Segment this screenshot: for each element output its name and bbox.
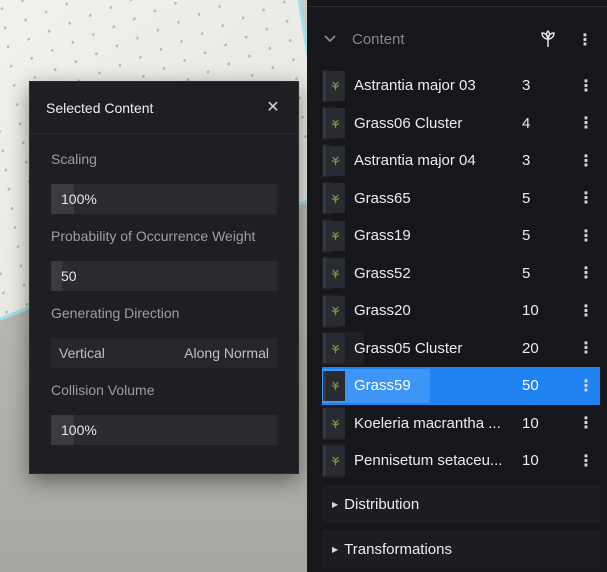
plant-thumbnail-icon <box>323 333 345 364</box>
item-name: Pennisetum setaceu... <box>354 452 503 470</box>
more-vertical-icon[interactable]: ⋮ <box>578 151 594 171</box>
more-vertical-icon[interactable]: ⋮ <box>578 451 594 471</box>
list-item[interactable]: Astrantia major 04 3 ⋮ <box>322 142 600 180</box>
popover-title: Selected Content <box>46 99 154 116</box>
direction-option-vertical[interactable]: Vertical <box>51 338 113 368</box>
content-list: Astrantia major 03 3 ⋮ Grass06 Cluster 4 ⋮ Ast… <box>322 67 600 480</box>
more-vertical-icon[interactable]: ⋮ <box>578 338 594 358</box>
probability-value: 50 <box>61 268 77 284</box>
collision-value: 100% <box>61 422 97 438</box>
divider <box>307 6 607 7</box>
caret-right-icon: ▶ <box>332 544 339 554</box>
item-name: Koeleria macrantha ... <box>354 414 501 432</box>
item-name: Astrantia major 04 <box>354 152 476 170</box>
item-name: Grass20 <box>354 302 411 320</box>
distribution-section[interactable]: ▶ Distribution <box>322 485 600 523</box>
list-item[interactable]: Grass65 5 ⋮ <box>322 180 600 218</box>
plant-thumbnail-icon <box>323 370 345 401</box>
chevron-down-icon[interactable] <box>324 32 338 46</box>
item-name: Grass19 <box>354 227 411 245</box>
item-count: 20 <box>522 339 539 357</box>
scaling-slider[interactable]: 100% <box>51 184 277 214</box>
more-vertical-icon[interactable]: ⋮ <box>578 113 594 133</box>
item-count: 10 <box>522 452 539 470</box>
list-item[interactable]: Grass05 Cluster 20 ⋮ <box>322 330 600 368</box>
item-count: 10 <box>522 414 539 432</box>
more-vertical-icon[interactable]: ⋮ <box>578 263 594 283</box>
item-count: 3 <box>522 152 531 170</box>
properties-panel: Content ⋮ Astrantia major 03 3 ⋮ Grass06 Cl… <box>307 0 607 572</box>
plant-thumbnail-icon <box>323 70 345 101</box>
item-count: 5 <box>522 227 531 245</box>
direction-option-along-normal[interactable]: Along Normal <box>176 338 277 368</box>
item-name: Astrantia major 03 <box>354 77 476 95</box>
item-count: 5 <box>522 189 531 207</box>
scaling-value: 100% <box>61 191 97 207</box>
probability-label: Probability of Occurrence Weight <box>51 228 256 244</box>
item-name: Grass59 <box>354 377 411 395</box>
more-vertical-icon[interactable]: ⋮ <box>578 376 594 396</box>
more-vertical-icon[interactable]: ⋮ <box>578 188 594 208</box>
content-section-header[interactable]: Content ⋮ <box>322 22 600 56</box>
item-name: Grass06 Cluster <box>354 114 463 132</box>
item-count: 10 <box>522 302 539 320</box>
distribution-title: Distribution <box>344 495 420 513</box>
plant-thumbnail-icon <box>323 108 345 139</box>
transformations-title: Transformations <box>344 540 452 558</box>
direction-segmented-control: Vertical Along Normal <box>51 338 277 368</box>
collision-label: Collision Volume <box>51 382 155 398</box>
selected-content-popover: Selected Content ✕ Scaling 100% Probabil… <box>29 81 299 474</box>
list-item[interactable]: Grass52 5 ⋮ <box>322 255 600 293</box>
scaling-label: Scaling <box>51 151 97 167</box>
plant-thumbnail-icon <box>323 220 345 251</box>
more-vertical-icon[interactable]: ⋮ <box>578 226 594 246</box>
more-vertical-icon[interactable]: ⋮ <box>578 76 594 96</box>
more-vertical-icon[interactable]: ⋮ <box>578 301 594 321</box>
item-name: Grass65 <box>354 189 411 207</box>
item-count: 50 <box>522 377 539 395</box>
close-icon[interactable]: ✕ <box>264 99 282 117</box>
plant-icon[interactable] <box>538 29 558 49</box>
item-count: 3 <box>522 77 531 95</box>
transformations-section[interactable]: ▶ Transformations <box>322 530 600 568</box>
direction-label: Generating Direction <box>51 305 180 321</box>
plant-thumbnail-icon <box>323 183 345 214</box>
plant-thumbnail-icon <box>323 145 345 176</box>
popover-header: Selected Content ✕ <box>30 82 298 134</box>
list-item[interactable]: Astrantia major 03 3 ⋮ <box>322 67 600 105</box>
list-item[interactable]: Grass20 10 ⋮ <box>322 292 600 330</box>
item-name: Grass52 <box>354 264 411 282</box>
item-count: 4 <box>522 114 531 132</box>
list-item[interactable]: Grass19 5 ⋮ <box>322 217 600 255</box>
more-vertical-icon[interactable]: ⋮ <box>578 413 594 433</box>
list-item[interactable]: Grass59 50 ⋮ <box>322 367 600 405</box>
plant-thumbnail-icon <box>323 408 345 439</box>
item-count: 5 <box>522 264 531 282</box>
plant-thumbnail-icon <box>323 258 345 289</box>
plant-thumbnail-icon <box>323 445 345 476</box>
collision-slider[interactable]: 100% <box>51 415 277 445</box>
list-item[interactable]: Grass06 Cluster 4 ⋮ <box>322 105 600 143</box>
list-item[interactable]: Koeleria macrantha ... 10 ⋮ <box>322 405 600 443</box>
list-item[interactable]: Pennisetum setaceu... 10 ⋮ <box>322 442 600 480</box>
item-name: Grass05 Cluster <box>354 339 463 357</box>
probability-slider[interactable]: 50 <box>51 261 277 291</box>
more-vertical-icon[interactable]: ⋮ <box>577 30 593 50</box>
plant-thumbnail-icon <box>323 295 345 326</box>
content-section-title: Content <box>352 30 405 48</box>
caret-right-icon: ▶ <box>332 499 339 509</box>
